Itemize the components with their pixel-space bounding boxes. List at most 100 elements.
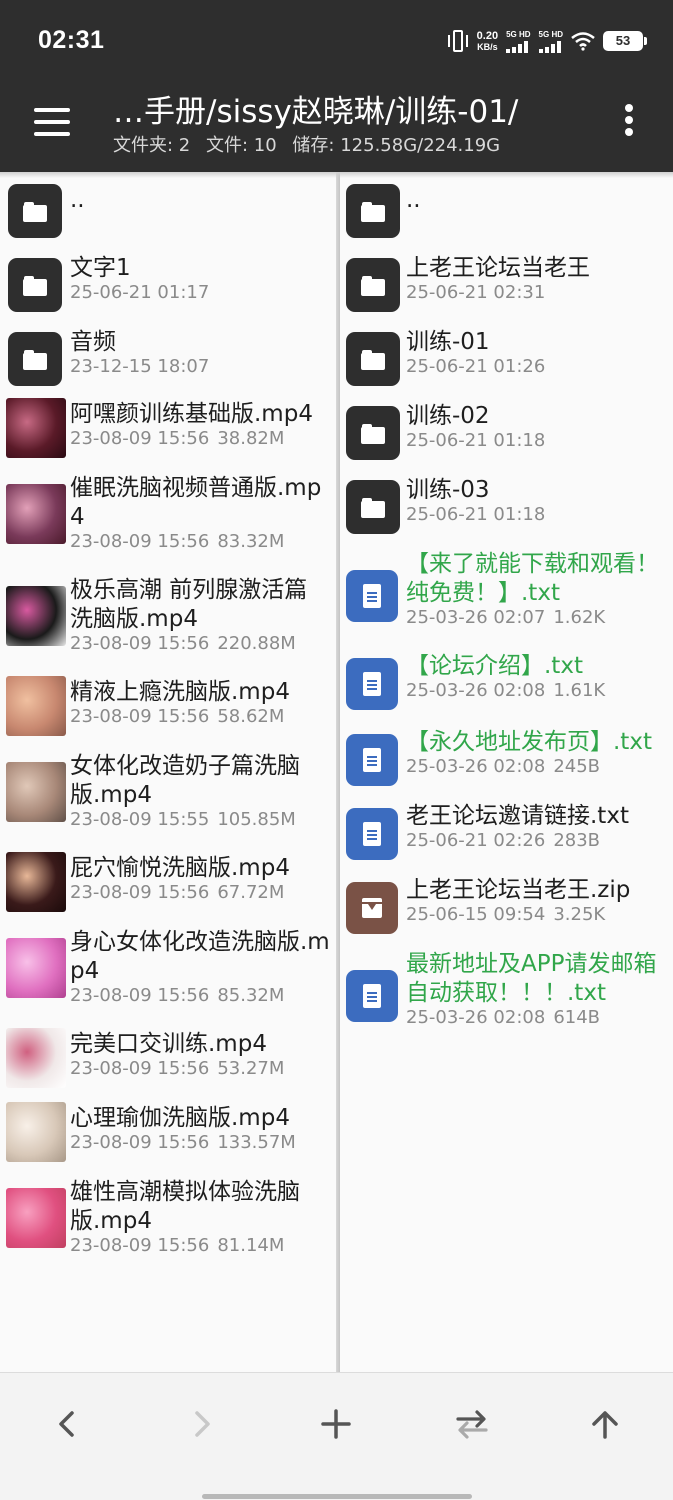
file-meta: 25-06-21 01:18: [406, 430, 545, 452]
file-meta: 23-08-09 15:56 67.72M: [70, 882, 284, 904]
current-path[interactable]: …手册/sissy赵晓琳/训练-01/: [113, 86, 518, 131]
file-row[interactable]: 训练-03 25-06-21 01:18: [340, 477, 673, 550]
file-row[interactable]: 上老王论坛当老王 25-06-21 02:31: [340, 255, 673, 328]
app-toolbar: …手册/sissy赵晓琳/训练-01/ 文件夹: 2 文件: 10 储存: 12…: [0, 78, 673, 172]
swap-panes-icon[interactable]: [440, 1399, 500, 1449]
file-meta: 25-06-21 01:17: [70, 282, 209, 304]
file-date: 23-08-09 15:56: [70, 882, 210, 903]
file-row[interactable]: 心理瑜伽洗脑版.mp4 23-08-09 15:56 133.57M: [0, 1102, 336, 1178]
file-date: 25-06-21 01:26: [406, 356, 546, 377]
file-size: 81.14M: [217, 1235, 285, 1256]
file-name: 文字1: [70, 255, 131, 281]
text-file-icon: [346, 808, 398, 860]
folder-body: [23, 353, 47, 370]
folder-icon: [346, 406, 400, 460]
video-thumbnail: [6, 676, 66, 736]
file-meta: 23-12-15 18:07: [70, 356, 209, 378]
file-name: 音频: [70, 329, 116, 355]
network-speed-value: 0.20: [476, 29, 499, 42]
video-thumbnail: [6, 1028, 66, 1088]
left-file-pane[interactable]: .. 文字1 25-06-21 01:17 音频 23-12-15 18:07 阿嘿颜训练…: [0, 172, 336, 1372]
file-date: 25-03-26 02:08: [406, 1007, 546, 1028]
file-size: 220.88M: [217, 633, 296, 654]
add-icon[interactable]: [306, 1399, 366, 1449]
file-date: 25-06-21 02:26: [406, 830, 546, 851]
file-date: 23-08-09 15:56: [70, 531, 210, 552]
file-name: ..: [70, 187, 85, 213]
file-size: 1.61K: [553, 680, 606, 701]
file-row[interactable]: 阿嘿颜训练基础版.mp4 23-08-09 15:56 38.82M: [0, 398, 336, 474]
battery-icon: 53: [603, 31, 647, 51]
text-file-icon: [346, 570, 398, 622]
file-row[interactable]: 女体化改造奶子篇洗脑版.mp4 23-08-09 15:55 105.85M: [0, 753, 336, 856]
folder-body: [23, 205, 47, 222]
file-meta: 25-03-26 02:08 245B: [406, 756, 600, 778]
file-row[interactable]: 雄性高潮模拟体验洗脑版.mp4 23-08-09 15:56 81.14M: [0, 1179, 336, 1282]
file-row[interactable]: 训练-01 25-06-21 01:26: [340, 329, 673, 402]
file-row[interactable]: 最新地址及APP请发邮箱自动获取！！！.txt 25-03-26 02:08 614…: [340, 951, 673, 1054]
status-icons: 0.20 KB/s 5G HD 5G HD 53: [447, 26, 647, 56]
file-size: 38.82M: [217, 428, 285, 449]
folder-icon: [8, 332, 62, 386]
home-indicator[interactable]: [202, 1494, 472, 1499]
file-meta: 25-06-21 01:26: [406, 356, 545, 378]
network-speed-unit: KB/s: [477, 41, 498, 52]
file-name: 上老王论坛当老王: [406, 255, 590, 281]
file-size: 105.85M: [217, 809, 296, 830]
file-date: 25-06-21 01:18: [406, 430, 546, 451]
file-row[interactable]: 屁穴愉悦洗脑版.mp4 23-08-09 15:56 67.72M: [0, 852, 336, 928]
file-row[interactable]: 【论坛介绍】.txt 25-03-26 02:08 1.61K: [340, 653, 673, 726]
video-thumbnail: [6, 938, 66, 998]
file-row[interactable]: 音频 23-12-15 18:07: [0, 329, 336, 402]
file-name: 精液上瘾洗脑版.mp4: [70, 679, 290, 705]
video-thumbnail: [6, 852, 66, 912]
file-row[interactable]: 【来了就能下载和观看！纯免费！】.txt 25-03-26 02:07 1.62K: [340, 551, 673, 654]
file-date: 25-03-26 02:08: [406, 680, 546, 701]
bottom-action-bar: [0, 1372, 673, 1500]
hamburger-menu-icon[interactable]: [32, 102, 72, 142]
file-row[interactable]: ..: [340, 184, 673, 254]
file-row[interactable]: ..: [0, 184, 336, 254]
file-row[interactable]: 训练-02 25-06-21 01:18: [340, 403, 673, 476]
toolbar-shadow: [0, 172, 673, 178]
file-row[interactable]: 极乐高潮 前列腺激活篇洗脑版.mp4 23-08-09 15:56 220.88M: [0, 577, 336, 680]
file-date: 23-08-09 15:56: [70, 1235, 210, 1256]
file-row[interactable]: 完美口交训练.mp4 23-08-09 15:56 53.27M: [0, 1028, 336, 1104]
file-meta: 23-08-09 15:56 85.32M: [70, 985, 284, 1007]
page-shape: [363, 584, 381, 608]
more-vertical-icon[interactable]: [621, 102, 637, 138]
folder-body: [361, 427, 385, 444]
file-name: 【论坛介绍】.txt: [406, 653, 583, 679]
file-name: 最新地址及APP请发邮箱自动获取！！！.txt: [406, 951, 657, 1006]
file-row[interactable]: 身心女体化改造洗脑版.mp4 23-08-09 15:56 85.32M: [0, 929, 336, 1032]
right-file-pane[interactable]: .. 上老王论坛当老王 25-06-21 02:31 训练-01 25-06-21 01…: [340, 172, 673, 1372]
file-meta: 23-08-09 15:56 83.32M: [70, 531, 284, 553]
file-row[interactable]: 上老王论坛当老王.zip 25-06-15 09:54 3.25K: [340, 877, 673, 950]
file-row[interactable]: 老王论坛邀请链接.txt 25-06-21 02:26 283B: [340, 803, 673, 876]
sim2-label: 5G HD: [538, 29, 563, 39]
file-date: 25-06-21 02:31: [406, 282, 546, 303]
archive-icon: [346, 882, 398, 934]
file-row[interactable]: 催眠洗脑视频普通版.mp4 23-08-09 15:56 83.32M: [0, 475, 336, 578]
file-row[interactable]: 【永久地址发布页】.txt 25-03-26 02:08 245B: [340, 729, 673, 802]
video-thumbnail: [6, 484, 66, 544]
file-meta: 23-08-09 15:56 81.14M: [70, 1235, 284, 1257]
file-name: 阿嘿颜训练基础版.mp4: [70, 401, 313, 427]
file-meta: 25-06-15 09:54 3.25K: [406, 904, 605, 926]
page-shape: [363, 672, 381, 696]
folder-icon: [346, 480, 400, 534]
text-file-icon: [346, 734, 398, 786]
file-size: 83.32M: [217, 531, 285, 552]
folder-icon: [346, 184, 400, 238]
parent-folder-icon[interactable]: [575, 1399, 635, 1449]
file-name: 心理瑜伽洗脑版.mp4: [70, 1105, 290, 1131]
wifi-icon: [571, 32, 595, 51]
file-row[interactable]: 精液上瘾洗脑版.mp4 23-08-09 15:56 58.62M: [0, 676, 336, 752]
text-file-icon: [346, 658, 398, 710]
back-arrow-icon[interactable]: [37, 1399, 97, 1449]
file-meta: 25-03-26 02:07 1.62K: [406, 607, 605, 629]
signal-icon: 5G HD: [538, 29, 563, 53]
forward-arrow-icon[interactable]: [172, 1399, 232, 1449]
file-row[interactable]: 文字1 25-06-21 01:17: [0, 255, 336, 328]
file-name: ..: [406, 187, 421, 213]
